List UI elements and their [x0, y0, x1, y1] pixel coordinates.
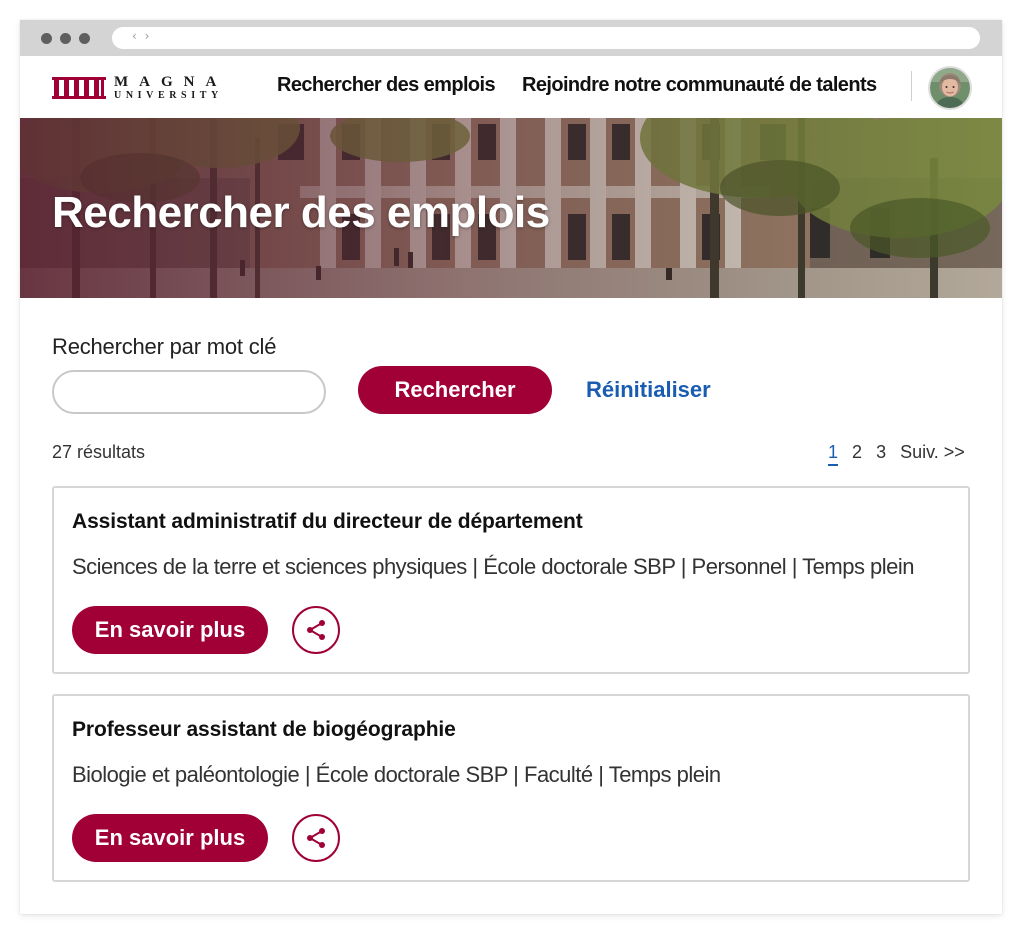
logo-line-2: UNIVERSITY — [114, 90, 223, 101]
page-link-1[interactable]: 1 — [828, 442, 839, 466]
hero-banner: Rechercher des emplois — [20, 118, 1002, 298]
logo-wordmark: MAGNA UNIVERSITY — [114, 74, 228, 102]
learn-more-button[interactable]: En savoir plus — [72, 814, 268, 862]
job-meta: Sciences de la terre et sciences physiqu… — [72, 554, 915, 579]
page-link-3[interactable]: 3 — [876, 442, 886, 462]
nav-arrows-icon[interactable]: ‹ › — [132, 29, 151, 43]
share-icon — [307, 828, 325, 848]
page-title: Rechercher des emplois — [52, 188, 550, 237]
nav-search-jobs[interactable]: Rechercher des emplois — [277, 74, 496, 97]
browser-chrome: ‹ › — [20, 20, 1002, 56]
site-header: MAGNA UNIVERSITY Rechercher des emplois … — [20, 56, 1002, 118]
job-title[interactable]: Assistant administratif du directeur de … — [72, 510, 583, 534]
pagination: 1 2 3 Suiv. >> — [828, 442, 965, 466]
window-minimize-dot[interactable] — [60, 33, 71, 44]
address-bar[interactable]: ‹ › — [112, 27, 980, 49]
reset-link[interactable]: Réinitialiser — [586, 377, 711, 403]
learn-more-button[interactable]: En savoir plus — [72, 606, 268, 654]
keyword-search-input[interactable] — [52, 370, 326, 414]
next-page-link[interactable]: Suiv. >> — [900, 442, 965, 462]
share-button[interactable] — [292, 606, 340, 654]
avatar-photo-icon — [930, 68, 970, 108]
nav-divider — [911, 71, 912, 101]
window-maximize-dot[interactable] — [79, 33, 90, 44]
job-meta: Biologie et paléontologie | École doctor… — [72, 762, 721, 787]
results-count: 27 résultats — [52, 442, 146, 462]
window-close-dot[interactable] — [41, 33, 52, 44]
job-card: Professeur assistant de biogéographie Bi… — [52, 694, 970, 882]
columns-logo-icon — [52, 77, 106, 99]
share-icon — [307, 620, 325, 640]
search-button[interactable]: Rechercher — [358, 366, 552, 414]
search-label: Rechercher par mot clé — [52, 334, 277, 359]
share-button[interactable] — [292, 814, 340, 862]
user-avatar[interactable] — [928, 66, 972, 110]
job-title[interactable]: Professeur assistant de biogéographie — [72, 718, 456, 742]
nav-join-talent-community[interactable]: Rejoindre notre communauté de talents — [522, 74, 877, 97]
page-link-2[interactable]: 2 — [852, 442, 862, 462]
browser-window: ‹ › MAGNA UNIVERSITY Rechercher des empl… — [20, 20, 1002, 914]
job-card: Assistant administratif du directeur de … — [52, 486, 970, 674]
logo-line-1: MAGNA — [114, 74, 228, 90]
university-logo[interactable]: MAGNA UNIVERSITY — [52, 75, 247, 103]
